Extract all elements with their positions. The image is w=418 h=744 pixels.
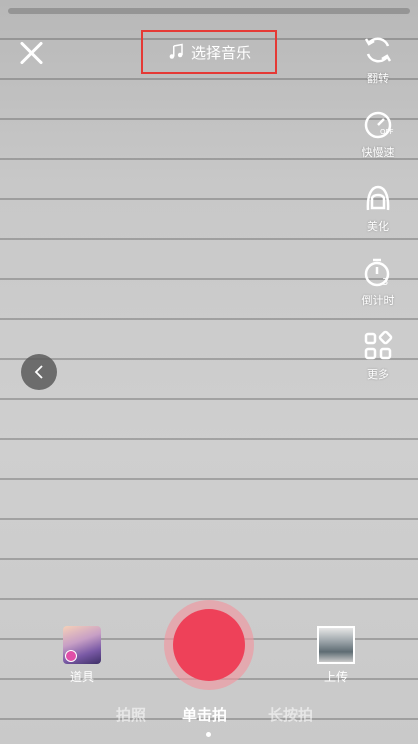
upload-button[interactable]: 上传 — [316, 626, 356, 685]
bottom-controls: 道具 上传 拍照 单击拍 长按拍 — [0, 600, 418, 744]
beauty-button[interactable]: 美化 — [348, 182, 408, 234]
timer-button[interactable]: 3 倒计时 — [348, 256, 408, 308]
flip-button[interactable]: 翻转 — [348, 34, 408, 86]
chevron-left-icon — [34, 365, 43, 379]
music-note-icon — [169, 43, 183, 59]
timer-icon: 3 — [364, 258, 390, 288]
collapse-panel-button[interactable] — [21, 354, 57, 390]
mode-hold-record[interactable]: 长按拍 — [268, 704, 313, 725]
upload-thumbnail — [317, 626, 355, 664]
speed-label: 快慢速 — [361, 146, 395, 159]
speed-button[interactable]: OFF 快慢速 — [348, 108, 408, 160]
svg-text:3: 3 — [382, 277, 388, 288]
beauty-label: 美化 — [367, 220, 389, 233]
more-button[interactable]: 更多 — [348, 330, 408, 382]
props-badge-icon — [65, 650, 77, 662]
props-thumbnail — [63, 626, 101, 664]
more-grid-icon — [364, 330, 393, 360]
svg-text:OFF: OFF — [380, 128, 394, 136]
flip-camera-icon — [364, 37, 392, 63]
props-button[interactable]: 道具 — [62, 626, 102, 685]
more-label: 更多 — [367, 368, 389, 381]
mode-photo[interactable]: 拍照 — [116, 704, 146, 725]
speed-icon: OFF — [364, 111, 394, 139]
beauty-icon — [366, 185, 390, 211]
close-button[interactable] — [18, 40, 44, 66]
select-music-button[interactable]: 选择音乐 — [141, 30, 277, 74]
timer-label: 倒计时 — [361, 294, 395, 307]
record-button[interactable] — [164, 600, 254, 690]
upload-label: 上传 — [323, 670, 348, 684]
flip-label: 翻转 — [367, 72, 389, 85]
select-music-label: 选择音乐 — [190, 43, 251, 62]
capture-mode-selector: 拍照 单击拍 长按拍 — [0, 704, 418, 737]
active-mode-indicator — [206, 732, 211, 737]
side-toolbar: 翻转 OFF 快慢速 美化 3 倒计时 更多 — [348, 34, 408, 404]
shutter-core — [173, 609, 245, 681]
recording-progress-bar — [8, 8, 410, 14]
props-label: 道具 — [69, 670, 94, 684]
mode-tap-record[interactable]: 单击拍 — [182, 704, 227, 725]
